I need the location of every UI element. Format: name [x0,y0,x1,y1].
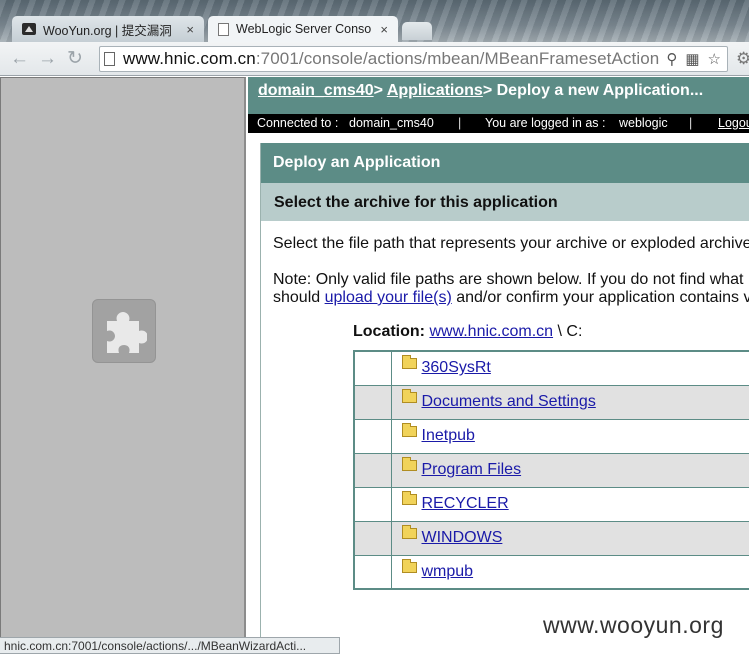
row-select-cell[interactable] [353,384,392,420]
breadcrumb-applications-link[interactable]: Applications [387,82,483,99]
folder-link[interactable]: Inetpub [422,427,475,444]
row-select-cell[interactable] [353,554,392,590]
row-select-cell[interactable] [353,452,392,488]
logout-link[interactable]: Logout [718,116,749,130]
omnibox-icons: ⚲ ▦ ☆ [666,50,721,68]
status-separator: | [689,116,693,130]
location-line: Location: www.hnic.com.cn \ C: [353,323,582,341]
breadcrumb-domain-link[interactable]: domain_cms40 [258,82,374,99]
folder-cell: Documents and Settings [390,384,749,420]
settings-icon[interactable]: ⚙ [736,49,749,69]
table-row: WINDOWS [353,520,749,556]
note-line-1: Note: Only valid file paths are shown be… [273,271,744,288]
url-path: :7001/console/actions/mbean/MBeanFramese… [255,49,660,68]
missing-plugin-placeholder[interactable] [92,299,156,363]
status-separator: | [458,116,462,130]
table-row: RECYCLER [353,486,749,522]
folder-icon [401,355,417,370]
folder-icon [401,389,417,403]
row-select-cell[interactable] [353,486,392,522]
folder-cell: Inetpub [390,418,749,454]
folder-link[interactable]: Documents and Settings [422,393,596,410]
reload-icon[interactable]: ↻ [67,49,83,69]
breadcrumb-current: > Deploy a new Application... [482,82,704,99]
folder-cell: Program Files [390,452,749,488]
row-select-cell[interactable] [353,520,392,556]
folder-icon [401,423,417,437]
location-host-link[interactable]: www.hnic.com.cn [429,323,553,340]
folder-link[interactable]: Program Files [422,461,522,478]
breadcrumb-bar: domain_cms40> Applications> Deploy a new… [248,77,749,114]
table-row: Inetpub [353,418,749,454]
note-text-start: should [273,289,325,306]
folder-link[interactable]: wmpub [422,563,474,580]
connected-domain: domain_cms40 [349,116,434,130]
watermark: www.wooyun.org [543,612,724,638]
address-bar[interactable]: www.hnic.com.cn:7001/console/actions/mbe… [99,46,728,72]
tab-title: WebLogic Server Conso [236,22,372,36]
row-select-cell[interactable] [353,418,392,454]
back-arrow-icon[interactable]: ← [10,49,29,69]
folder-icon [401,491,417,505]
bookmark-star-icon[interactable]: ☆ [708,50,721,68]
browser-titlebar: WooYun.org | 提交漏洞 × WebLogic Server Cons… [0,0,749,42]
tab-title: WooYun.org | 提交漏洞 [43,23,172,38]
location-path: \ C: [553,323,583,340]
tab-weblogic[interactable]: WebLogic Server Conso × [208,16,398,42]
page-icon [104,52,115,66]
link-status-bubble: hnic.com.cn:7001/console/actions/.../MBe… [0,637,340,654]
translate-icon[interactable]: ▦ [685,50,699,68]
console-frame: domain_cms40> Applications> Deploy a new… [248,77,749,654]
page-favicon-icon [218,22,229,36]
folder-table: 360SysRt Documents and Settings Inetpub … [353,350,749,590]
table-row: Program Files [353,452,749,488]
folder-link[interactable]: WINDOWS [422,529,503,546]
wooyun-favicon-icon [22,23,36,35]
breadcrumb: domain_cms40> Applications> Deploy a new… [258,82,703,100]
table-row: 360SysRt [353,350,749,386]
table-row: wmpub [353,554,749,590]
browser-toolbar: ← → ↻ www.hnic.com.cn:7001/console/actio… [0,42,749,76]
logged-in-user: weblogic [619,116,668,130]
url-host: www.hnic.com.cn [123,49,256,68]
folder-icon [401,457,417,471]
tab-close-icon[interactable]: × [380,22,388,37]
key-icon[interactable]: ⚲ [666,50,677,68]
url-text[interactable]: www.hnic.com.cn:7001/console/actions/mbe… [123,49,659,69]
folder-cell: RECYCLER [390,486,749,522]
logged-in-label: You are logged in as : [485,116,606,130]
folder-icon [401,525,417,539]
folder-cell: wmpub [390,554,749,590]
folder-link[interactable]: RECYCLER [422,495,509,512]
panel-subtitle: Select the archive for this application [261,183,749,221]
instructions-text: Select the file path that represents you… [273,235,749,252]
connected-label: Connected to : [257,116,339,130]
deploy-panel: Deploy an Application Select the archive… [260,143,749,654]
new-tab-button[interactable] [402,22,432,40]
folder-link[interactable]: 360SysRt [422,359,491,376]
table-row: Documents and Settings [353,384,749,420]
folder-cell: WINDOWS [390,520,749,556]
left-frame [0,77,246,654]
row-select-cell[interactable] [353,350,392,386]
panel-title: Deploy an Application [261,143,749,183]
tab-wooyun[interactable]: WooYun.org | 提交漏洞 × [12,16,204,42]
puzzle-piece-icon [107,312,147,353]
note-text: Note: Only valid file paths are shown be… [273,271,749,307]
folder-icon [401,558,417,573]
location-label: Location: [353,323,425,340]
breadcrumb-separator: > [373,82,387,99]
folder-cell: 360SysRt [390,350,749,386]
upload-files-link[interactable]: upload your file(s) [325,289,452,306]
session-status-bar: Connected to : domain_cms40 | You are lo… [248,114,749,133]
forward-arrow-icon[interactable]: → [38,49,57,69]
note-text-end: and/or confirm your application contains… [451,289,749,306]
tab-close-icon[interactable]: × [186,22,194,37]
note-line-2: should upload your file(s) and/or confir… [273,289,749,307]
